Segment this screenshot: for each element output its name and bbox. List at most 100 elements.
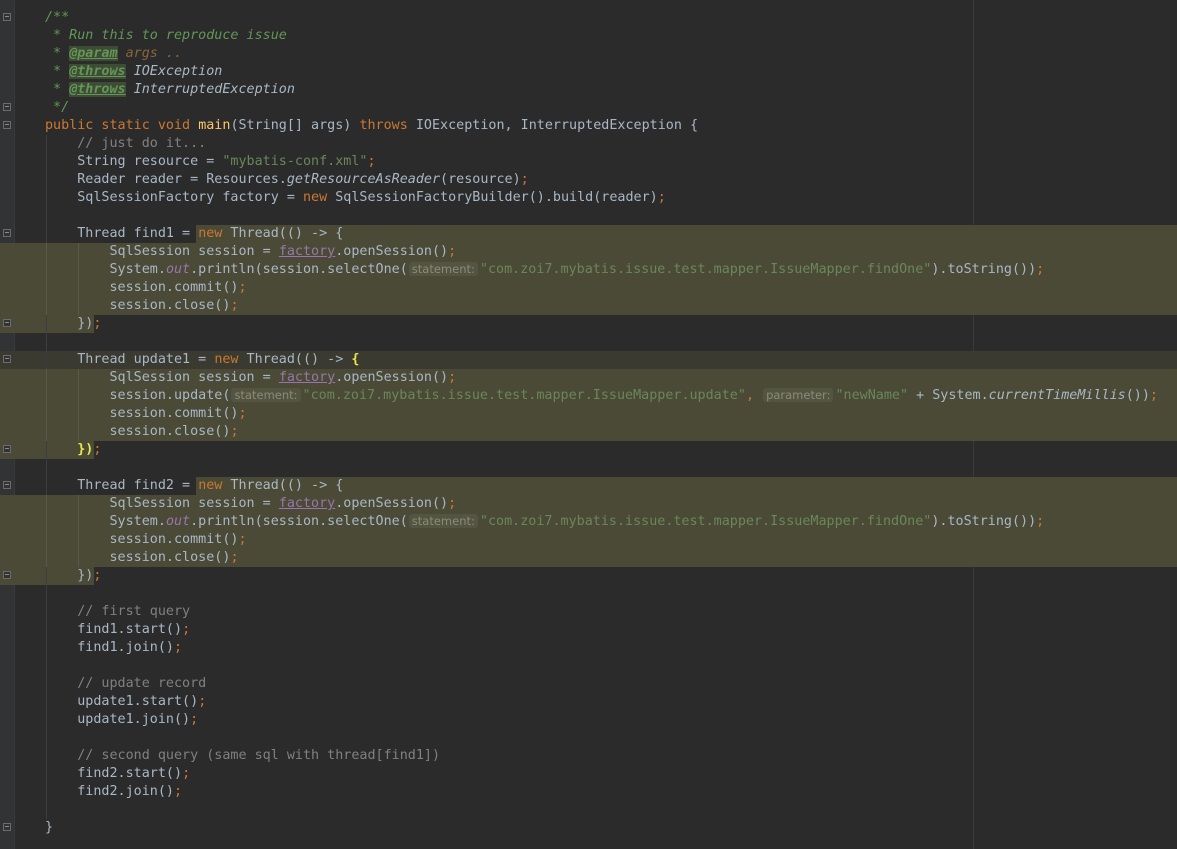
indent-guide bbox=[46, 369, 47, 387]
code-line[interactable]: String resource = "mybatis-conf.xml"; bbox=[0, 153, 1177, 171]
indent-guide bbox=[46, 279, 47, 297]
indent-guide bbox=[46, 351, 47, 369]
fold-marker-icon[interactable] bbox=[3, 121, 11, 129]
semicolon: ; bbox=[1149, 388, 1158, 403]
out-field: out bbox=[165, 262, 191, 277]
doc-star: * bbox=[45, 82, 70, 97]
fold-marker-icon[interactable] bbox=[3, 823, 11, 831]
fold-marker-icon[interactable] bbox=[3, 103, 11, 111]
indent-guide bbox=[46, 693, 47, 711]
code-line[interactable]: session.commit(); bbox=[0, 531, 1177, 549]
code-line[interactable]: update1.join(); bbox=[0, 711, 1177, 729]
code-line[interactable]: System.out.println(session.selectOne(sta… bbox=[0, 261, 1177, 279]
statement-string: "com.zoi7.mybatis.issue.test.mapper.Issu… bbox=[479, 262, 932, 277]
code-line[interactable]: SqlSessionFactory factory = new SqlSessi… bbox=[0, 189, 1177, 207]
semicolon: ; bbox=[657, 190, 666, 205]
code-line[interactable]: public static void main(String[] args) t… bbox=[0, 117, 1177, 135]
new-keyword: new bbox=[198, 226, 223, 241]
code-line[interactable]: find1.join(); bbox=[0, 639, 1177, 657]
code-line[interactable]: // update record bbox=[0, 675, 1177, 693]
fold-marker-icon[interactable] bbox=[3, 319, 11, 327]
code-line[interactable]: session.commit(); bbox=[0, 405, 1177, 423]
code-line[interactable]: }); bbox=[0, 441, 1177, 459]
find1-join: find1.join() bbox=[77, 640, 174, 655]
doc-throws-type: InterruptedException bbox=[133, 82, 295, 97]
code-line[interactable]: /** bbox=[0, 9, 1177, 27]
code-line[interactable]: session.commit(); bbox=[0, 279, 1177, 297]
fold-marker-icon[interactable] bbox=[3, 355, 11, 363]
indent-guide bbox=[46, 783, 47, 801]
code-line[interactable]: SqlSession session = factory.openSession… bbox=[0, 495, 1177, 513]
session-update: session.update( bbox=[109, 388, 231, 403]
code-line[interactable]: session.close(); bbox=[0, 423, 1177, 441]
semicolon: ; bbox=[230, 298, 239, 313]
code-line[interactable] bbox=[0, 729, 1177, 747]
fold-marker-icon[interactable] bbox=[3, 13, 11, 21]
open-session: .openSession() bbox=[335, 244, 449, 259]
code-line[interactable]: */ bbox=[0, 99, 1177, 117]
indent-guide bbox=[46, 135, 47, 153]
indent-guide bbox=[46, 495, 47, 513]
indent-guide bbox=[46, 711, 47, 729]
code-line[interactable]: Thread find1 = new Thread(() -> { bbox=[0, 225, 1177, 243]
code-line[interactable]: Thread update1 = new Thread(() -> { bbox=[0, 351, 1177, 369]
new-keyword: new bbox=[198, 478, 223, 493]
code-line[interactable]: * Run this to reproduce issue bbox=[0, 27, 1177, 45]
code-line[interactable]: SqlSession session = factory.openSession… bbox=[0, 243, 1177, 261]
fold-marker-icon[interactable] bbox=[3, 481, 11, 489]
code-line[interactable]: session.close(); bbox=[0, 297, 1177, 315]
code-line[interactable]: find2.start(); bbox=[0, 765, 1177, 783]
semicolon: ; bbox=[182, 622, 191, 637]
factory-decl: SqlSessionFactory factory = bbox=[77, 190, 303, 205]
code-line[interactable]: * @param args .. bbox=[0, 45, 1177, 63]
code-line[interactable] bbox=[0, 333, 1177, 351]
fold-marker-icon[interactable] bbox=[3, 445, 11, 453]
code-line[interactable] bbox=[0, 459, 1177, 477]
code-line[interactable]: session.update(statement: "com.zoi7.mybat… bbox=[0, 387, 1177, 405]
code-line[interactable] bbox=[0, 585, 1177, 603]
code-line[interactable]: // just do it... bbox=[0, 135, 1177, 153]
code-line[interactable] bbox=[0, 801, 1177, 819]
code-line[interactable] bbox=[0, 657, 1177, 675]
semicolon: ; bbox=[238, 280, 247, 295]
semicolon: ; bbox=[174, 640, 183, 655]
indent-guide bbox=[46, 477, 47, 495]
code-line[interactable]: System.out.println(session.selectOne(sta… bbox=[0, 513, 1177, 531]
code-line[interactable]: find1.start(); bbox=[0, 621, 1177, 639]
indent-guide bbox=[78, 243, 79, 261]
code-line[interactable]: * @throws InterruptedException bbox=[0, 81, 1177, 99]
open-session: .openSession() bbox=[335, 370, 449, 385]
indent-guide bbox=[46, 621, 47, 639]
session-decl: SqlSession session = bbox=[109, 370, 279, 385]
code-line[interactable]: update1.start(); bbox=[0, 693, 1177, 711]
indent-guide bbox=[78, 261, 79, 279]
code-line[interactable]: SqlSession session = factory.openSession… bbox=[0, 369, 1177, 387]
code-line[interactable]: Thread find2 = new Thread(() -> { bbox=[0, 477, 1177, 495]
semicolon: ; bbox=[182, 766, 191, 781]
semicolon: ; bbox=[93, 442, 102, 457]
code-line[interactable]: }); bbox=[0, 567, 1177, 585]
method-close-brace: } bbox=[45, 820, 54, 835]
semicolon: ; bbox=[174, 784, 183, 799]
code-line[interactable]: Reader reader = Resources.getResourceAsR… bbox=[0, 171, 1177, 189]
code-line[interactable] bbox=[0, 207, 1177, 225]
new-name-string: "newName" bbox=[835, 388, 909, 403]
method-name: main bbox=[198, 118, 231, 133]
code-editor[interactable]: /** * Run this to reproduce issue * @par… bbox=[0, 9, 1177, 837]
indent-guide bbox=[46, 765, 47, 783]
code-line[interactable]: find2.join(); bbox=[0, 783, 1177, 801]
reader-decl: Reader reader = Resources. bbox=[77, 172, 287, 187]
session-decl: SqlSession session = bbox=[109, 496, 279, 511]
code-line[interactable]: } bbox=[0, 819, 1177, 837]
indent-guide bbox=[46, 189, 47, 207]
code-line[interactable]: * @throws IOException bbox=[0, 63, 1177, 81]
code-line[interactable]: session.close(); bbox=[0, 549, 1177, 567]
code-line[interactable]: }); bbox=[0, 315, 1177, 333]
code-line[interactable]: // first query bbox=[0, 603, 1177, 621]
find2-start: find2.start() bbox=[77, 766, 183, 781]
fold-marker-icon[interactable] bbox=[3, 571, 11, 579]
open-session: .openSession() bbox=[335, 496, 449, 511]
code-line[interactable]: // second query (same sql with thread[fi… bbox=[0, 747, 1177, 765]
fold-marker-icon[interactable] bbox=[3, 229, 11, 237]
thread-find1-decl: Thread find1 = bbox=[77, 226, 199, 241]
